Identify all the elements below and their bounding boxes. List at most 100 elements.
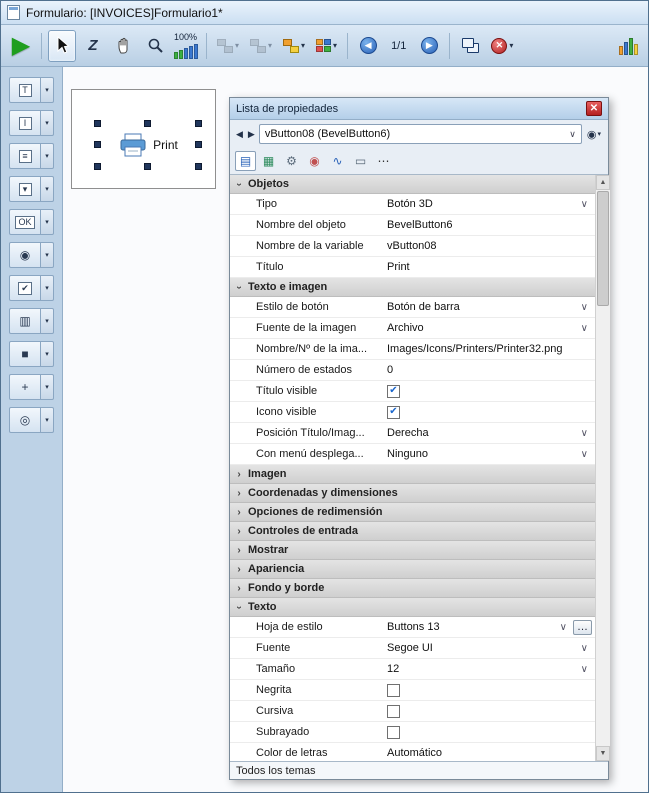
panel-scrollbar[interactable]: ▲ ▼ xyxy=(595,175,610,761)
sidebar-button-grid-tool[interactable]: ▥▾ xyxy=(9,308,54,334)
sidebar-rectangle-tool[interactable]: ■▾ xyxy=(9,341,54,367)
property-row-fuente-de-la-imagen[interactable]: Fuente de la imagenArchivo∨ xyxy=(230,318,595,339)
tab-objects-icon[interactable]: ▤ xyxy=(235,151,256,171)
chevron-down-icon[interactable]: ▾ xyxy=(41,374,54,400)
property-row-nombre-n-de-la-ima[interactable]: Nombre/Nº de la ima...Images/Icons/Print… xyxy=(230,339,595,360)
delete-tool-button[interactable]: ✕▾ xyxy=(487,30,517,62)
property-row-con-men-desplega[interactable]: Con menú desplega...Ninguno∨ xyxy=(230,444,595,465)
sidebar-tab-control-tool[interactable]: ◎▾ xyxy=(9,407,54,433)
property-value[interactable]: Automático xyxy=(387,747,592,759)
chevron-down-icon[interactable]: ∨ xyxy=(556,622,571,633)
selection-handle[interactable] xyxy=(195,163,202,170)
property-value[interactable]: Botón de barra xyxy=(387,301,577,313)
property-value[interactable]: 0 xyxy=(387,364,592,376)
property-row-nombre-de-la-variable[interactable]: Nombre de la variablevButton08 xyxy=(230,236,595,257)
chevron-down-icon[interactable]: ∨ xyxy=(577,323,592,334)
property-row-hoja-de-estilo[interactable]: Hoja de estiloButtons 13∨… xyxy=(230,617,595,638)
checkbox[interactable] xyxy=(387,684,400,697)
ellipsis-button[interactable]: … xyxy=(573,620,592,635)
selection-handle[interactable] xyxy=(144,163,151,170)
tab-pin-icon[interactable]: ◉ xyxy=(304,151,325,171)
section-header-objetos[interactable]: ›Objetos xyxy=(230,175,595,194)
selection-handle[interactable] xyxy=(94,141,101,148)
property-value[interactable]: Buttons 13 xyxy=(387,621,556,633)
zoom-level-widget[interactable]: 100% xyxy=(172,30,200,62)
section-header-fondo-y-borde[interactable]: ›Fondo y borde xyxy=(230,579,595,598)
property-value[interactable]: Segoe UI xyxy=(387,642,577,654)
checkbox[interactable]: ✔ xyxy=(387,406,400,419)
property-row-posici-n-t-tulo-imag[interactable]: Posición Título/Imag...Derecha∨ xyxy=(230,423,595,444)
property-value[interactable]: Archivo xyxy=(387,322,577,334)
selection-handle[interactable] xyxy=(195,120,202,127)
prev-object-icon[interactable]: ◀ xyxy=(235,129,244,140)
close-icon[interactable]: ✕ xyxy=(586,101,602,116)
chevron-down-icon[interactable]: ∨ xyxy=(577,643,592,654)
chevron-down-icon[interactable]: ∨ xyxy=(577,428,592,439)
run-button[interactable]: ▶ xyxy=(7,30,35,62)
window-titlebar[interactable]: Formulario: [INVOICES]Formulario1* xyxy=(1,1,648,25)
zoom-tool-button[interactable] xyxy=(141,30,169,62)
chevron-down-icon[interactable]: ▾ xyxy=(41,275,54,301)
sidebar-list-box-tool[interactable]: ≡▾ xyxy=(9,143,54,169)
selection-handle[interactable] xyxy=(94,120,101,127)
selection-handle[interactable] xyxy=(195,141,202,148)
selected-print-button[interactable]: Print xyxy=(98,124,198,166)
align-tool-button[interactable]: ▾ xyxy=(213,30,243,62)
color-tool-button[interactable]: ▾ xyxy=(312,30,341,62)
chevron-down-icon[interactable]: ▾ xyxy=(41,308,54,334)
tab-chart-icon[interactable]: ∿ xyxy=(327,151,348,171)
sidebar-text-area-tool[interactable]: T▾ xyxy=(9,77,54,103)
section-header-texto[interactable]: ›Texto xyxy=(230,598,595,617)
form-surface[interactable]: Print xyxy=(71,89,216,189)
library-button[interactable] xyxy=(614,30,642,62)
scroll-up-icon[interactable]: ▲ xyxy=(596,175,610,190)
object-selector[interactable]: vButton08 (BevelButton6) ∨ xyxy=(259,124,582,144)
sidebar-button-tool[interactable]: OK▾ xyxy=(9,209,54,235)
next-object-icon[interactable]: ▶ xyxy=(247,129,256,140)
sidebar-input-field-tool[interactable]: I▾ xyxy=(9,110,54,136)
scroll-down-icon[interactable]: ▼ xyxy=(596,746,610,761)
chevron-down-icon[interactable]: ▾ xyxy=(41,143,54,169)
chevron-down-icon[interactable]: ▾ xyxy=(41,407,54,433)
property-row-tama-o[interactable]: Tamaño12∨ xyxy=(230,659,595,680)
sidebar-checkbox-tool[interactable]: ✔▾ xyxy=(9,275,54,301)
property-value[interactable]: BevelButton6 xyxy=(387,219,592,231)
chevron-down-icon[interactable]: ∨ xyxy=(577,664,592,675)
chevron-down-icon[interactable]: ▾ xyxy=(41,209,54,235)
property-row-estilo-de-bot-n[interactable]: Estilo de botónBotón de barra∨ xyxy=(230,297,595,318)
sidebar-radio-button-tool[interactable]: ◉▾ xyxy=(9,242,54,268)
property-row-t-tulo-visible[interactable]: Título visible✔ xyxy=(230,381,595,402)
chevron-down-icon[interactable]: ▾ xyxy=(41,176,54,202)
chevron-down-icon[interactable]: ∨ xyxy=(577,199,592,210)
property-row-tipo[interactable]: TipoBotón 3D∨ xyxy=(230,194,595,215)
section-header-controles-de-entrada[interactable]: ›Controles de entrada xyxy=(230,522,595,541)
selection-handle[interactable] xyxy=(144,120,151,127)
section-header-coordenadas-y-dimensiones[interactable]: ›Coordenadas y dimensiones xyxy=(230,484,595,503)
tab-settings-icon[interactable]: ⚙ xyxy=(281,151,302,171)
checkbox[interactable]: ✔ xyxy=(387,385,400,398)
tab-display-icon[interactable]: ▭ xyxy=(350,151,371,171)
section-header-imagen[interactable]: ›Imagen xyxy=(230,465,595,484)
property-row-icono-visible[interactable]: Icono visible✔ xyxy=(230,402,595,423)
chevron-down-icon[interactable]: ∨ xyxy=(577,302,592,313)
property-value[interactable]: 12 xyxy=(387,663,577,675)
distribute-tool-button[interactable]: ▾ xyxy=(246,30,276,62)
property-row-nombre-del-objeto[interactable]: Nombre del objetoBevelButton6 xyxy=(230,215,595,236)
chevron-down-icon[interactable]: ∨ xyxy=(577,449,592,460)
windows-button[interactable] xyxy=(456,30,484,62)
property-row-t-tulo[interactable]: TítuloPrint xyxy=(230,257,595,278)
property-value[interactable]: vButton08 xyxy=(387,240,592,252)
chevron-down-icon[interactable]: ▾ xyxy=(41,77,54,103)
section-header-opciones-de-redimensi-n[interactable]: ›Opciones de redimensión xyxy=(230,503,595,522)
section-header-texto-e-imagen[interactable]: ›Texto e imagen xyxy=(230,278,595,297)
property-value[interactable]: Images/Icons/Printers/Printer32.png xyxy=(387,343,592,355)
section-header-apariencia[interactable]: ›Apariencia xyxy=(230,560,595,579)
property-value[interactable]: Botón 3D xyxy=(387,198,577,210)
scrollbar-thumb[interactable] xyxy=(597,191,609,306)
chevron-down-icon[interactable]: ▾ xyxy=(41,341,54,367)
tab-image-icon[interactable]: ▦ xyxy=(258,151,279,171)
duplicate-tool-button[interactable]: ▾ xyxy=(279,30,309,62)
next-page-button[interactable]: ▶ xyxy=(415,30,443,62)
property-value[interactable]: Print xyxy=(387,261,592,273)
property-row-fuente[interactable]: FuenteSegoe UI∨ xyxy=(230,638,595,659)
